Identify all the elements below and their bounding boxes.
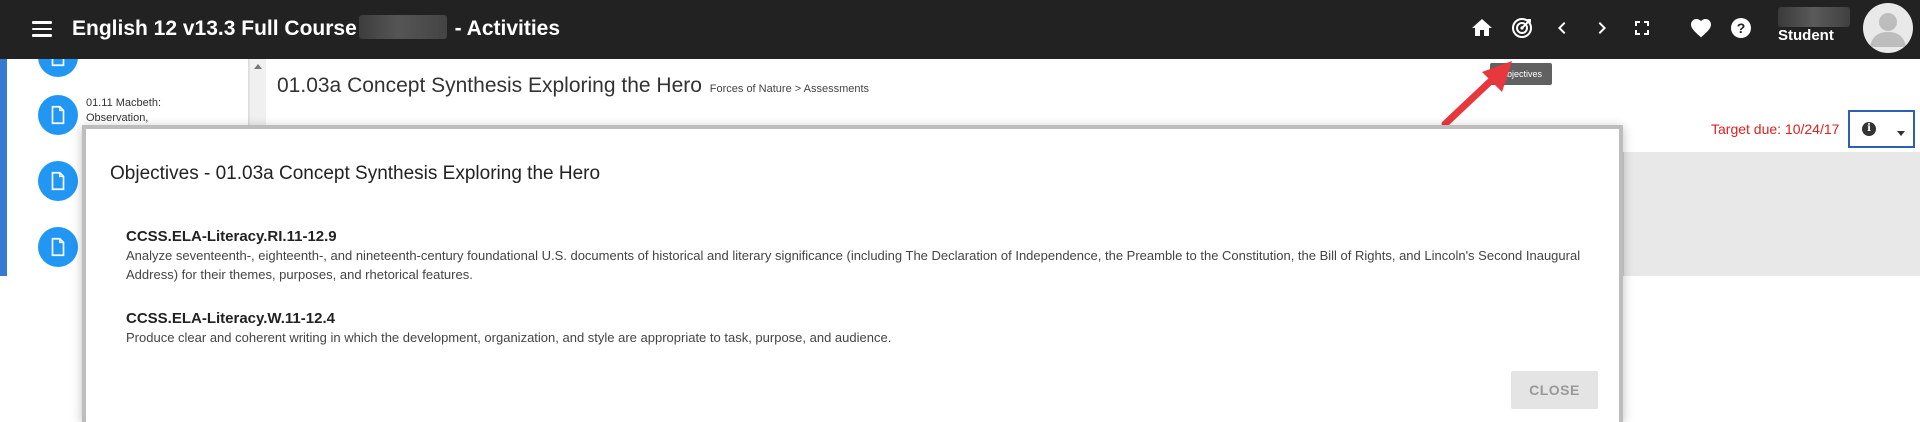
menu-icon[interactable] <box>30 17 54 39</box>
app-title: English 12 v13.3 Full Course - Activitie… <box>72 15 560 41</box>
heart-icon[interactable] <box>1685 12 1717 44</box>
home-icon[interactable] <box>1466 12 1498 44</box>
caret-down-icon <box>1897 131 1905 136</box>
document-icon[interactable] <box>38 161 78 201</box>
chevron-left-icon[interactable] <box>1546 12 1578 44</box>
objective-item: CCSS.ELA-Literacy.W.11-12.4 Produce clea… <box>126 310 1606 347</box>
close-button[interactable]: CLOSE <box>1511 371 1598 409</box>
chevron-right-icon[interactable] <box>1586 12 1618 44</box>
objective-description: Analyze seventeenth-, eighteenth-, and n… <box>126 248 1581 282</box>
objectives-dialog: Objectives - 01.03a Concept Synthesis Ex… <box>82 125 1623 422</box>
page-title: 01.03a Concept Synthesis Exploring the H… <box>277 74 869 98</box>
objective-item: CCSS.ELA-Literacy.RI.11-12.9 Analyze sev… <box>126 228 1606 284</box>
document-icon[interactable] <box>38 59 78 77</box>
avatar-icon[interactable] <box>1863 3 1913 53</box>
svg-text:?: ? <box>1737 20 1746 36</box>
top-app-bar: English 12 v13.3 Full Course - Activitie… <box>0 0 1920 59</box>
annotation-arrow <box>1441 61 1512 128</box>
redacted-user-name <box>1778 7 1850 27</box>
objective-code: CCSS.ELA-Literacy.W.11-12.4 <box>126 310 335 327</box>
activity-title: 01.03a Concept Synthesis Exploring the H… <box>277 74 702 97</box>
content-panel <box>1623 152 1920 276</box>
document-icon[interactable] <box>38 95 78 135</box>
user-role: Student <box>1778 27 1834 44</box>
document-icon[interactable] <box>38 227 78 267</box>
title-suffix: - Activities <box>454 17 561 40</box>
dialog-title: Objectives - 01.03a Concept Synthesis Ex… <box>110 163 601 184</box>
help-icon[interactable]: ? <box>1725 12 1757 44</box>
breadcrumb: Forces of Nature > Assessments <box>709 83 870 95</box>
info-icon: i <box>1862 122 1876 136</box>
course-title: English 12 v13.3 Full Course <box>72 17 357 40</box>
info-dropdown[interactable]: i <box>1848 110 1915 148</box>
objective-code: CCSS.ELA-Literacy.RI.11-12.9 <box>126 228 337 245</box>
scroll-up-arrow-icon[interactable] <box>254 64 262 69</box>
target-due-date: Target due: 10/24/17 <box>1711 121 1840 137</box>
fullscreen-icon[interactable] <box>1626 12 1658 44</box>
objectives-icon[interactable] <box>1506 12 1538 44</box>
sidebar-item-label[interactable]: 01.11 Macbeth: Observation, <box>86 96 186 126</box>
left-accent-bar <box>0 59 7 276</box>
redacted-text <box>358 15 447 39</box>
objective-description: Produce clear and coherent writing in wh… <box>126 330 892 345</box>
